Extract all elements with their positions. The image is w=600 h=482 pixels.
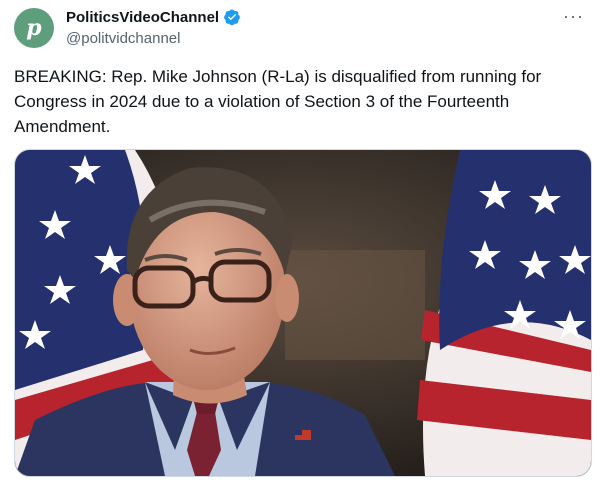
tweet-text: BREAKING: Rep. Mike Johnson (R-La) is di… <box>14 67 542 136</box>
more-options-icon[interactable]: ··· <box>563 6 584 27</box>
author-name-row: PoliticsVideoChannel <box>66 8 241 26</box>
author-display-name[interactable]: PoliticsVideoChannel <box>66 9 219 26</box>
author-handle[interactable]: @politvidchannel <box>66 30 180 47</box>
tweet-card[interactable]: p PoliticsVideoChannel @politvidchannel … <box>0 0 600 482</box>
verified-badge-icon <box>223 8 241 26</box>
tweet-photo[interactable] <box>14 149 592 477</box>
avatar[interactable]: p <box>14 8 54 48</box>
